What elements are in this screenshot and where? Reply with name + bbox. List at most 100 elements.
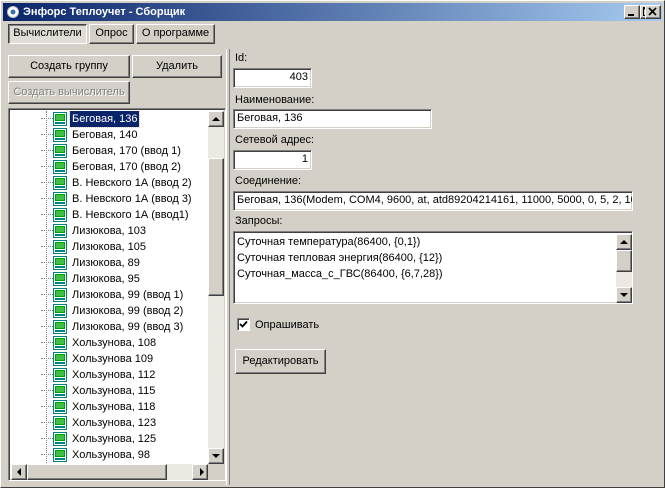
create-calculator-button[interactable]: Создать вычислитель — [8, 81, 130, 104]
tree-connector — [41, 374, 53, 375]
tree-item[interactable]: Беговая, 136 — [11, 111, 208, 128]
delete-button[interactable]: Удалить — [132, 55, 222, 78]
tree-scroll-left-button[interactable] — [11, 464, 27, 480]
tree-item-label: Хользунова 109 — [72, 353, 154, 365]
calculator-node-icon — [53, 416, 67, 430]
calculator-node-icon — [53, 320, 67, 334]
tree-hscroll-thumb[interactable] — [27, 464, 167, 480]
tree-item-label: Хользунова, 123 — [72, 417, 157, 429]
tree-item[interactable]: В. Невского 1А (ввод 2) — [11, 175, 208, 191]
calculator-node-icon — [53, 112, 67, 126]
id-label: Id: — [235, 52, 248, 64]
tree-items: Беговая, 136 Беговая, 140 Беговая, 170 (вв… — [11, 111, 208, 465]
tree-connector — [41, 454, 53, 455]
tree-connector — [41, 422, 53, 423]
tree-item[interactable]: Беговая, 170 (ввод 2) — [11, 159, 208, 175]
poll-label[interactable]: Опрашивать — [255, 319, 319, 332]
tree-item-label: Лизюкова, 99 (ввод 3) — [72, 321, 184, 333]
tree-item[interactable]: В. Невского 1А (ввод1) — [11, 207, 208, 223]
name-label: Наименование: — [235, 94, 315, 106]
tree-item[interactable]: Хользунова, 118 — [11, 399, 208, 415]
calculators-tree[interactable]: Беговая, 136 Беговая, 140 Беговая, 170 (вв… — [8, 108, 226, 481]
request-line: Суточная тепловая энергия(86400, {12}) — [237, 252, 443, 264]
requests-scroll-down-button[interactable] — [616, 287, 632, 303]
app-icon — [7, 6, 19, 18]
tree-connector — [41, 198, 53, 199]
tree-connector — [41, 230, 53, 231]
create-group-button[interactable]: Создать группу — [8, 55, 130, 78]
tree-item-label: Хользунова, 125 — [72, 433, 157, 445]
network-address-label: Сетевой адрес: — [235, 134, 315, 146]
calculator-node-icon — [53, 432, 67, 446]
tree-item-label: Лизюкова, 105 — [72, 241, 147, 253]
tree-scroll-right-button[interactable] — [192, 464, 208, 480]
arrow-down-icon — [212, 454, 220, 458]
main-window: Энфорс Теплоучет - Сборщик Вычислители О… — [0, 0, 665, 488]
tree-connector — [41, 246, 53, 247]
tree-connector — [41, 390, 53, 391]
tree-connector — [41, 182, 53, 183]
window-title: Энфорс Теплоучет - Сборщик — [23, 6, 186, 18]
tree-item-label: Лизюкова, 103 — [72, 225, 147, 237]
tree-scroll-up-button[interactable] — [208, 111, 224, 127]
requests-vscroll-thumb[interactable] — [616, 250, 632, 272]
tree-item[interactable]: Лизюкова, 99 (ввод 3) — [11, 319, 208, 335]
tree-item[interactable]: Лизюкова, 99 (ввод 2) — [11, 303, 208, 319]
tree-item[interactable]: Хользунова, 125 — [11, 431, 208, 447]
poll-checkbox[interactable] — [237, 318, 250, 331]
calculator-node-icon — [53, 144, 67, 158]
tree-item-label: Беговая, 140 — [72, 129, 138, 141]
tree-item-label: Беговая, 170 (ввод 1) — [72, 145, 181, 157]
calculator-node-icon — [53, 224, 67, 238]
tree-vscroll-thumb[interactable] — [208, 158, 224, 296]
tree-item[interactable]: Лизюкова, 95 — [11, 271, 208, 287]
tree-scroll-down-button[interactable] — [208, 448, 224, 464]
tab-about[interactable]: О программе — [136, 24, 215, 44]
close-button[interactable] — [645, 5, 661, 19]
tree-item[interactable]: Хользунова 109 — [11, 351, 208, 367]
calculator-node-icon — [53, 288, 67, 302]
tree-item[interactable]: Хользунова, 112 — [11, 367, 208, 383]
tree-item[interactable]: Беговая, 140 — [11, 127, 208, 143]
arrow-left-icon — [17, 468, 21, 476]
tree-item[interactable]: Лизюкова, 103 — [11, 223, 208, 239]
connection-label: Соединение: — [235, 175, 302, 187]
tree-connector — [41, 214, 53, 215]
arrow-right-icon — [200, 468, 204, 476]
request-line: Суточная температура(86400, {0,1}) — [237, 236, 421, 248]
tree-item[interactable]: Хользунова, 108 — [11, 335, 208, 351]
tree-item-label: В. Невского 1А (ввод 2) — [72, 177, 192, 189]
minimize-button[interactable] — [624, 5, 640, 19]
calculator-node-icon — [53, 448, 67, 462]
tree-item[interactable]: Хользунова, 123 — [11, 415, 208, 431]
id-field[interactable]: 403 — [233, 68, 312, 88]
connection-field[interactable]: Беговая, 136(Modem, COM4, 9600, at, atd8… — [233, 191, 633, 211]
requests-scroll-up-button[interactable] — [616, 234, 632, 250]
requests-label: Запросы: — [235, 215, 283, 227]
tree-item[interactable]: Хользунова, 115 — [11, 383, 208, 399]
name-field[interactable]: Беговая, 136 — [233, 109, 432, 129]
calculator-node-icon — [53, 272, 67, 286]
tree-item[interactable]: Беговая, 170 (ввод 1) — [11, 143, 208, 159]
tree-item[interactable]: Хользунова, 98 — [11, 447, 208, 463]
tree-item[interactable]: В. Невского 1А (ввод 3) — [11, 191, 208, 207]
network-address-field[interactable]: 1 — [233, 150, 312, 170]
tree-item[interactable]: Лизюкова, 89 — [11, 255, 208, 271]
tree-item-label: Хользунова, 115 — [72, 385, 156, 397]
calculator-node-icon — [53, 368, 67, 382]
panel-splitter[interactable] — [226, 49, 230, 485]
tree-item-label: Лизюкова, 99 (ввод 1) — [72, 289, 184, 301]
tree-connector — [41, 438, 53, 439]
tree-item-label: Хользунова, 108 — [72, 337, 157, 349]
calculator-node-icon — [53, 208, 67, 222]
tree-connector — [41, 118, 53, 119]
tree-item[interactable]: Лизюкова, 105 — [11, 239, 208, 255]
tab-calculators[interactable]: Вычислители — [8, 24, 87, 44]
edit-button[interactable]: Редактировать — [235, 349, 326, 374]
tree-connector — [41, 310, 53, 311]
title-bar[interactable]: Энфорс Теплоучет - Сборщик — [3, 3, 662, 21]
requests-memo[interactable]: Суточная температура(86400, {0,1}) Суточ… — [233, 231, 633, 304]
tree-connector — [41, 134, 53, 135]
tab-poll[interactable]: Опрос — [89, 24, 134, 44]
tree-item[interactable]: Лизюкова, 99 (ввод 1) — [11, 287, 208, 303]
